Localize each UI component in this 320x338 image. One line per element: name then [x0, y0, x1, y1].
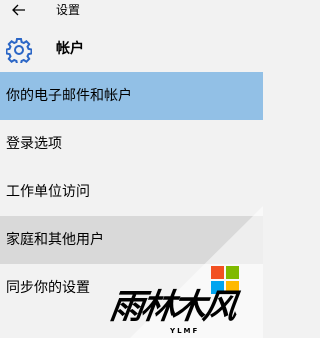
watermark-text: 雨林木风: [107, 287, 237, 327]
page-title: 帐户: [56, 41, 84, 57]
back-arrow-icon: [12, 4, 25, 16]
gear-icon: [6, 38, 32, 63]
nav-item-work-access[interactable]: 工作单位访问: [0, 168, 263, 216]
page-header: 帐户: [0, 22, 263, 72]
watermark-logo: 雨林木风 YLMF: [107, 266, 263, 338]
nav-item-email-accounts[interactable]: 你的电子邮件和帐户: [0, 72, 263, 120]
window-title: 设置: [56, 3, 81, 17]
title-bar: 设置: [0, 0, 263, 22]
nav-item-family-users[interactable]: 家庭和其他用户: [0, 216, 263, 264]
back-button[interactable]: [8, 1, 30, 19]
watermark-subtext: YLMF: [170, 327, 200, 335]
nav-item-sign-in-options[interactable]: 登录选项: [0, 120, 263, 168]
